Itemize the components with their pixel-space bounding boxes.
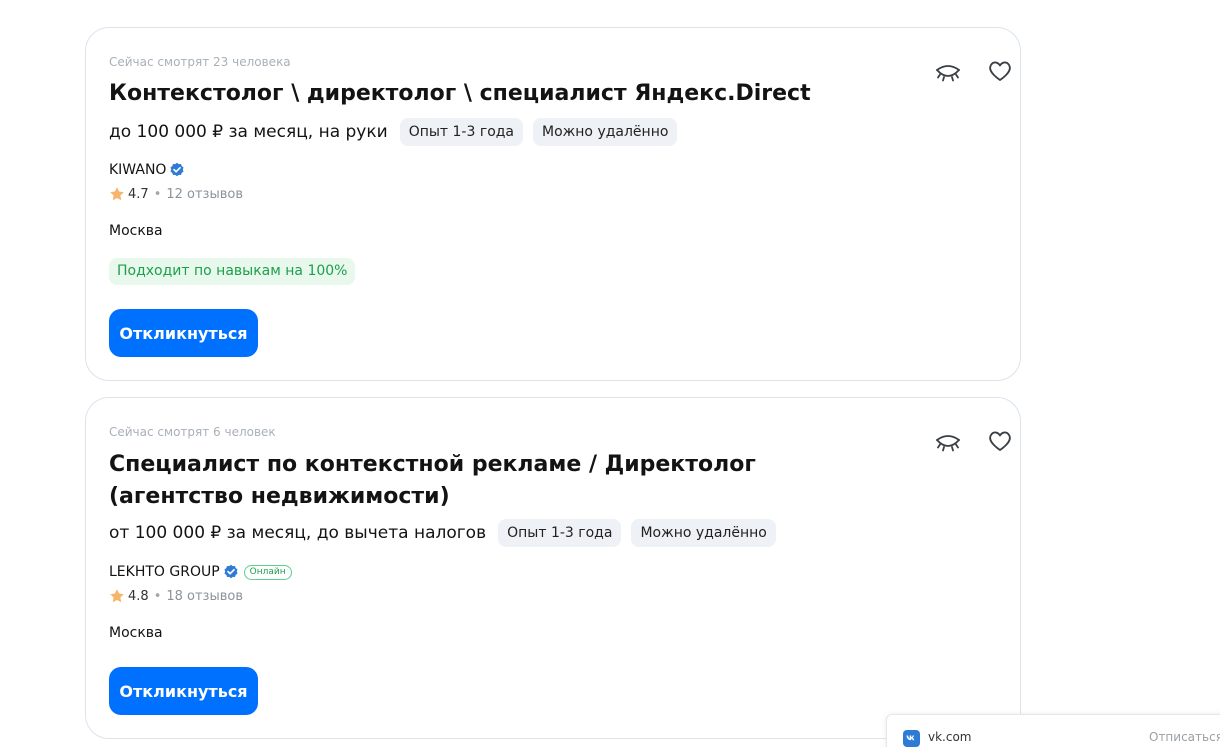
salary-row: от 100 000 ₽ за месяц, до вычета налогов… <box>109 519 786 547</box>
company-name[interactable]: LEKHTO GROUP <box>109 564 220 580</box>
star-icon <box>109 186 125 202</box>
favorite-button[interactable] <box>985 56 1015 86</box>
experience-chip: Опыт 1-3 года <box>399 118 524 146</box>
heart-icon <box>989 61 1011 81</box>
experience-chip: Опыт 1-3 года <box>498 519 622 547</box>
reviews-count[interactable]: 12 отзывов <box>166 187 243 202</box>
city: Москва <box>109 625 163 641</box>
company-name[interactable]: KIWANO <box>109 162 166 178</box>
viewers-count: Сейчас смотрят 6 человек <box>109 425 276 439</box>
viewers-count: Сейчас смотрят 23 человека <box>109 55 291 69</box>
rating-row: 4.7 • 12 отзывов <box>109 186 243 202</box>
vacancy-card[interactable]: Сейчас смотрят 6 человек Специалист по к… <box>85 397 1021 739</box>
unsubscribe-link[interactable]: Отписаться <box>1149 730 1220 744</box>
remote-chip: Можно удалённо <box>533 118 678 146</box>
online-badge: Онлайн <box>243 564 292 580</box>
salary-row: до 100 000 ₽ за месяц, на руки Опыт 1-3 … <box>109 118 687 146</box>
rating-value: 4.8 <box>128 588 149 604</box>
city: Москва <box>109 223 163 239</box>
rating-value: 4.7 <box>128 186 149 202</box>
vk-logo-icon <box>903 730 920 747</box>
separator-dot: • <box>153 588 162 604</box>
star-icon <box>109 588 125 604</box>
rating-row: 4.8 • 18 отзывов <box>109 588 243 604</box>
salary: до 100 000 ₽ за месяц, на руки <box>109 122 388 142</box>
verified-icon <box>223 564 239 580</box>
vacancy-title[interactable]: Контекстолог \ директолог \ специалист Я… <box>109 78 849 110</box>
notification-site: vk.com <box>928 730 972 744</box>
reviews-count[interactable]: 18 отзывов <box>166 589 243 604</box>
hide-eye-icon <box>936 435 960 452</box>
apply-button[interactable]: Откликнуться <box>109 309 258 357</box>
hide-eye-icon <box>936 65 960 82</box>
favorite-button[interactable] <box>985 426 1015 456</box>
heart-icon <box>989 431 1011 451</box>
verified-icon <box>169 162 185 178</box>
remote-chip: Можно удалённо <box>631 519 776 547</box>
apply-button[interactable]: Откликнуться <box>109 667 258 715</box>
company-row: LEKHTO GROUP Онлайн <box>109 564 292 580</box>
vacancy-title[interactable]: Специалист по контекстной рекламе / Дире… <box>109 449 849 513</box>
skills-match-badge: Подходит по навыкам на 100% <box>109 258 356 285</box>
salary: от 100 000 ₽ за месяц, до вычета налогов <box>109 523 487 543</box>
hide-vacancy-button[interactable] <box>933 58 963 88</box>
vacancy-card[interactable]: Сейчас смотрят 23 человека Контекстолог … <box>85 27 1021 381</box>
vk-notification[interactable]: vk.com Отписаться <box>886 714 1220 747</box>
company-row: KIWANO <box>109 162 185 178</box>
hide-vacancy-button[interactable] <box>933 428 963 458</box>
separator-dot: • <box>153 186 162 202</box>
